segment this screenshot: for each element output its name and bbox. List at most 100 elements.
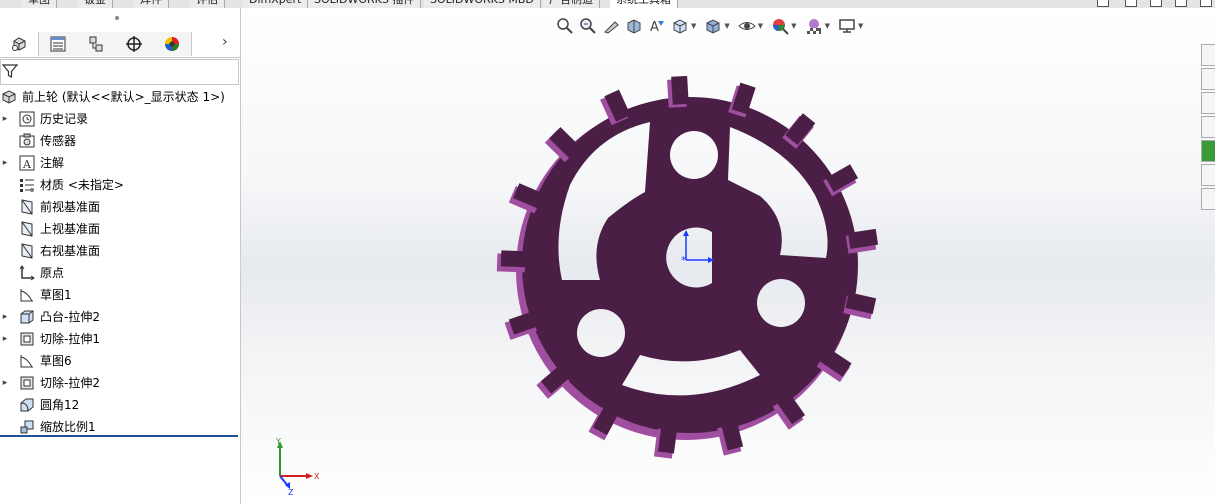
tree-item-label: 圆角12 <box>40 398 80 412</box>
feature-manager-tab[interactable] <box>0 32 39 57</box>
tree-item-label: 原点 <box>40 266 65 280</box>
material-icon <box>18 176 36 194</box>
tree-item-front-plane[interactable]: 前视基准面 <box>0 196 100 218</box>
tree-item-right-plane[interactable]: 右视基准面 <box>0 240 100 262</box>
gear-tooth <box>500 250 530 268</box>
home-icon[interactable] <box>1201 44 1215 66</box>
manager-tabs: › <box>0 32 240 58</box>
filter-icon <box>2 64 18 78</box>
window-button[interactable] <box>1125 0 1137 7</box>
window-button[interactable] <box>1150 0 1162 7</box>
tree-item-cut-extrude2[interactable]: ▸ 切除-拉伸2 <box>0 372 100 394</box>
expand-arrow-icon[interactable]: ▸ <box>1 108 9 130</box>
fillet-icon <box>18 396 36 414</box>
svg-text:*: * <box>681 254 687 267</box>
configuration-manager-icon <box>89 36 103 52</box>
tree-item-cut-extrude1[interactable]: ▸ 切除-拉伸1 <box>0 328 100 350</box>
expand-arrow-icon[interactable]: ▸ <box>1 152 9 174</box>
panel-more-button[interactable]: › <box>222 34 228 50</box>
triad-x-label: X <box>314 472 320 481</box>
tab-weldments[interactable]: 焊件 <box>134 0 169 8</box>
sensor-icon <box>18 132 36 150</box>
expand-arrow-icon[interactable]: ▸ <box>1 328 9 350</box>
configuration-manager-tab[interactable] <box>77 32 116 56</box>
plane-icon <box>18 198 36 216</box>
plane-icon <box>18 242 36 260</box>
sketch-icon <box>18 286 36 304</box>
tree-item-top-plane[interactable]: 上视基准面 <box>0 218 100 240</box>
tree-item-label: 注解 <box>40 156 65 170</box>
tree-item-label: 历史记录 <box>40 112 89 126</box>
tree-item-label: 切除-拉伸2 <box>40 376 100 390</box>
svg-text:A: A <box>22 158 32 171</box>
tab-sketch[interactable]: 草图 <box>22 0 57 8</box>
tree-item-sensors[interactable]: 传感器 <box>0 130 76 152</box>
tree-item-sketch1[interactable]: 草图1 <box>0 284 72 306</box>
window-button[interactable] <box>1200 0 1212 7</box>
tab-dimxpert[interactable]: DimXpert <box>243 0 309 8</box>
tree-item-label: 前视基准面 <box>40 200 101 214</box>
part-icon <box>0 88 18 106</box>
scale-icon <box>18 418 36 436</box>
display-manager-icon <box>165 37 179 51</box>
expand-arrow-icon[interactable]: ▸ <box>1 372 9 394</box>
tree-item-label: 草图1 <box>40 288 72 302</box>
tree-root-part[interactable]: 前上轮 (默认<<默认>_显示状态 1>) <box>0 86 225 108</box>
expand-arrow-icon[interactable]: ▸ <box>1 306 9 328</box>
tab-manufacturing[interactable]: 广告制造 <box>543 0 600 8</box>
gear-tooth <box>671 75 689 105</box>
tab-solidworks-mbd[interactable]: SOLIDWORKS MBD <box>424 0 541 8</box>
tab-sheet-metal[interactable]: 钣金 <box>78 0 113 8</box>
dimxpert-manager-icon <box>126 36 142 52</box>
tree-item-material[interactable]: 材质 <未指定> <box>0 174 124 196</box>
appearances-icon[interactable] <box>1201 140 1215 162</box>
property-manager-icon <box>50 36 66 52</box>
cut-extrude-icon <box>18 330 36 348</box>
panel-grip[interactable] <box>115 16 119 20</box>
window-button[interactable] <box>1097 0 1109 7</box>
triad-z-label: Z <box>288 488 294 496</box>
dimxpert-manager-tab[interactable] <box>115 32 154 56</box>
tree-item-label: 传感器 <box>40 134 77 148</box>
property-manager-tab[interactable] <box>39 32 78 56</box>
window-button[interactable] <box>1175 0 1187 7</box>
graphics-area[interactable]: A ▼ ▼ ▼ ▼ ▼ ▼ * <box>241 8 1215 504</box>
tree-item-label: 右视基准面 <box>40 244 101 258</box>
custom-properties-icon[interactable] <box>1201 164 1215 186</box>
display-manager-tab[interactable] <box>153 32 192 56</box>
tree-item-origin[interactable]: 原点 <box>0 262 64 284</box>
triad-y-label: Y <box>275 437 281 446</box>
tree-item-label: 材质 <未指定> <box>40 178 124 192</box>
boss-extrude-icon <box>18 308 36 326</box>
feature-manager-panel: › 前上轮 (默认<<默认>_显示状态 1>) ▸ 历史记录 传感器 ▸ A 注… <box>0 8 241 504</box>
sketch-icon <box>18 352 36 370</box>
task-pane-tabs <box>1201 44 1215 214</box>
origin-icon <box>18 264 36 282</box>
tree-item-fillet12[interactable]: 圆角12 <box>0 394 79 416</box>
tree-item-history[interactable]: ▸ 历史记录 <box>0 108 88 130</box>
file-explorer-icon[interactable] <box>1201 92 1215 114</box>
tree-item-annotations[interactable]: ▸ A 注解 <box>0 152 64 174</box>
parts-icon[interactable] <box>1201 68 1215 90</box>
forum-icon[interactable] <box>1201 188 1215 210</box>
cut-extrude-icon <box>18 374 36 392</box>
plane-icon <box>18 220 36 238</box>
tree-item-sketch6[interactable]: 草图6 <box>0 350 72 372</box>
tab-system-toolbox[interactable]: 系统工具箱 <box>610 0 678 8</box>
view-palette-icon[interactable] <box>1201 116 1215 138</box>
rollback-bar[interactable] <box>0 435 238 437</box>
reference-triad: Y X Z <box>275 437 320 496</box>
feature-manager-icon <box>12 37 26 51</box>
tree-item-label: 上视基准面 <box>40 222 101 236</box>
tab-evaluate[interactable]: 评估 <box>190 0 225 8</box>
gear-model[interactable]: * <box>241 8 1215 504</box>
history-icon <box>18 110 36 128</box>
tree-item-label: 凸台-拉伸2 <box>40 310 100 324</box>
tab-solidworks-addins[interactable]: SOLIDWORKS 插件 <box>308 0 422 8</box>
annotation-icon: A <box>18 154 36 172</box>
tree-filter-field[interactable] <box>0 59 239 85</box>
tree-root-label: 前上轮 (默认<<默认>_显示状态 1>) <box>22 90 225 104</box>
tree-item-label: 草图6 <box>40 354 72 368</box>
tree-item-boss-extrude2[interactable]: ▸ 凸台-拉伸2 <box>0 306 100 328</box>
command-manager-tabs: 草图 钣金 焊件 评估 DimXpert SOLIDWORKS 插件 SOLID… <box>0 0 1215 8</box>
